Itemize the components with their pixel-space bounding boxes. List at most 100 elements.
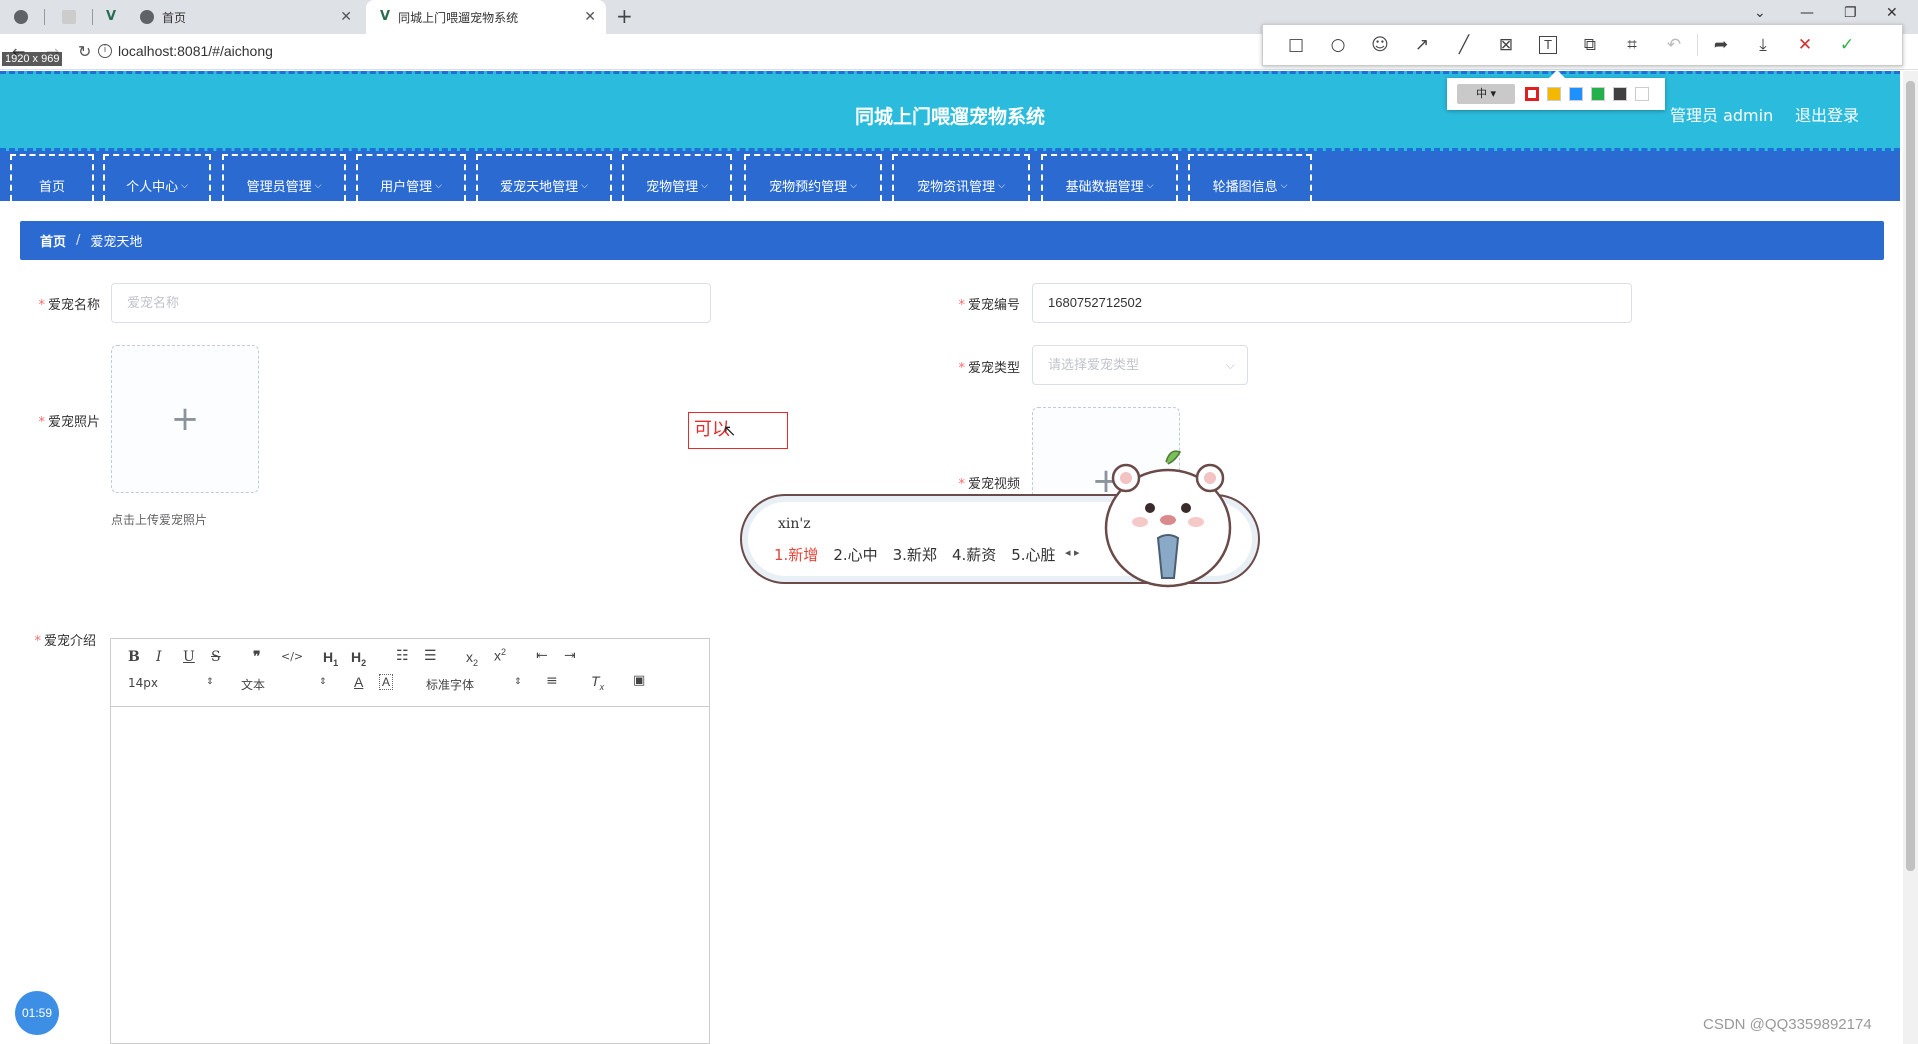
save-icon[interactable]: ⤓ <box>1742 35 1784 55</box>
close-window-icon[interactable]: ✕ <box>1886 5 1898 21</box>
code-icon[interactable]: </> <box>281 650 303 663</box>
scrollbar[interactable] <box>1903 71 1918 1044</box>
pen-icon[interactable]: ╱ <box>1443 35 1485 55</box>
nav-item-users[interactable]: 用户管理 ⌵ <box>356 154 466 201</box>
close-tab-icon[interactable]: ✕ <box>584 9 596 25</box>
tab-divider <box>44 9 45 25</box>
color-swatch-yellow[interactable] <box>1547 87 1561 101</box>
color-swatch-red[interactable] <box>1525 87 1539 101</box>
font-size-select[interactable]: 14px ⇕ <box>128 676 218 690</box>
browser-tab-active[interactable]: V 同城上门喂遛宠物系统 ✕ <box>366 0 606 34</box>
browser-tab[interactable] <box>0 0 40 34</box>
nav-item-pet-world[interactable]: 爱宠天地管理 ⌵ <box>476 154 612 201</box>
bold-icon[interactable]: B <box>128 649 140 665</box>
font-color-icon[interactable]: A <box>354 674 363 690</box>
nav-item-news[interactable]: 宠物资讯管理 ⌵ <box>892 154 1030 201</box>
color-swatch-green[interactable] <box>1591 87 1605 101</box>
reload-icon[interactable]: ↻ <box>78 42 91 61</box>
nav-item-admin[interactable]: 管理员管理 ⌵ <box>222 154 346 201</box>
nav-item-personal[interactable]: 个人中心 ⌵ <box>103 154 211 201</box>
text-annotation-box[interactable]: 可以 <box>688 412 788 449</box>
share-icon[interactable]: ➦ <box>1700 35 1742 55</box>
ime-candidate[interactable]: 1.新增 <box>774 544 818 565</box>
browser-tab-home[interactable]: 首页 ✕ <box>126 0 362 34</box>
strikethrough-icon[interactable]: S <box>211 649 221 665</box>
logout-link[interactable]: 退出登录 <box>1795 102 1859 126</box>
new-tab-icon[interactable]: + <box>616 4 633 28</box>
ime-pinyin: xin'z <box>778 516 811 532</box>
ime-candidate[interactable]: 5.心脏 <box>1011 544 1055 565</box>
background-color-icon[interactable]: A <box>379 674 394 690</box>
minimize-icon[interactable]: — <box>1800 5 1814 21</box>
select-value: 文本 <box>241 678 266 692</box>
underline-icon[interactable]: U <box>183 649 195 665</box>
label-text: 爱宠照片 <box>47 415 100 430</box>
arrow-icon[interactable]: ↗ <box>1401 35 1443 55</box>
timer-badge[interactable]: 01:59 <box>15 991 59 1035</box>
ellipse-icon[interactable]: ○ <box>1317 35 1359 55</box>
required-mark: * <box>958 298 965 313</box>
ime-candidate[interactable]: 4.薪资 <box>952 544 996 565</box>
site-info-icon[interactable]: i <box>98 44 112 58</box>
select-placeholder: 请选择爱宠类型 <box>1048 357 1140 372</box>
breadcrumb-home[interactable]: 首页 <box>40 231 66 250</box>
nav-item-reservations[interactable]: 宠物预约管理 ⌵ <box>744 154 882 201</box>
italic-icon[interactable]: I <box>156 649 162 665</box>
updown-icon: ⇕ <box>206 677 214 687</box>
nav-label: 宠物预约管理 <box>769 180 848 195</box>
nav-item-carousel[interactable]: 轮播图信息 ⌵ <box>1188 154 1312 201</box>
color-swatch-white[interactable] <box>1635 87 1649 101</box>
close-icon[interactable]: ✕ <box>1784 35 1826 55</box>
scrollbar-thumb[interactable] <box>1906 81 1915 871</box>
nav-item-base-data[interactable]: 基础数据管理 ⌵ <box>1041 154 1178 201</box>
browser-tab[interactable] <box>48 0 88 34</box>
ime-candidate[interactable]: 3.新郑 <box>893 544 937 565</box>
color-swatch-blue[interactable] <box>1569 87 1583 101</box>
photo-upload-button[interactable]: + <box>111 345 259 493</box>
image-icon[interactable]: ▣ <box>633 673 645 688</box>
rectangle-icon[interactable]: □ <box>1275 35 1317 55</box>
heading1-icon[interactable]: H1 <box>323 649 338 668</box>
tab-title: 首页 <box>162 10 187 25</box>
toolbar-divider <box>1697 34 1698 56</box>
outdent-icon[interactable]: ⇤ <box>536 648 548 664</box>
font-size-dropdown[interactable]: 中 ▾ <box>1457 84 1515 104</box>
nav-item-home[interactable]: 首页 <box>10 154 94 201</box>
vue-icon: V <box>106 9 117 24</box>
label-text: 爱宠编号 <box>967 298 1020 313</box>
nav-item-pets[interactable]: 宠物管理 ⌵ <box>622 154 732 201</box>
pet-number-input[interactable]: 1680752712502 <box>1032 283 1632 323</box>
header-select[interactable]: 文本 ⇕ <box>241 676 331 693</box>
ime-candidate[interactable]: 2.心中 <box>833 544 877 565</box>
breadcrumb: 首页 / 爱宠天地 <box>20 221 1884 260</box>
indent-icon[interactable]: ⇥ <box>564 648 576 664</box>
chevron-down-icon[interactable]: ⌄ <box>1754 5 1766 21</box>
blockquote-icon[interactable]: ❞ <box>253 649 261 665</box>
editor-content-area[interactable] <box>111 707 709 1043</box>
ordered-list-icon[interactable]: ☷ <box>396 648 409 664</box>
superscript-icon[interactable]: x2 <box>494 647 506 664</box>
url-field[interactable]: localhost:8081/#/aichong <box>118 43 273 59</box>
pet-name-input[interactable]: 爱宠名称 <box>111 283 711 323</box>
pet-type-select[interactable]: 请选择爱宠类型 ⌵ <box>1032 345 1248 385</box>
color-swatch-gray[interactable] <box>1613 87 1627 101</box>
close-tab-icon[interactable]: ✕ <box>340 9 352 25</box>
confirm-icon[interactable]: ✓ <box>1826 35 1868 55</box>
align-icon[interactable]: ≡ <box>546 673 558 689</box>
pin-icon[interactable]: ⧉ <box>1569 35 1611 55</box>
subscript-icon[interactable]: x2 <box>466 649 478 668</box>
ime-page-arrows[interactable]: ◂ ▸ <box>1065 546 1080 559</box>
chevron-down-icon: ⌵ <box>1225 358 1235 372</box>
emoji-icon[interactable]: ☺ <box>1359 35 1401 55</box>
text-icon[interactable]: T <box>1539 36 1557 54</box>
clear-format-icon[interactable]: Tx <box>591 673 604 692</box>
nav-label: 轮播图信息 <box>1212 180 1278 195</box>
mosaic-icon[interactable]: ⊠ <box>1485 35 1527 55</box>
undo-icon[interactable]: ↶ <box>1653 35 1695 55</box>
restore-icon[interactable]: ❐ <box>1844 5 1857 21</box>
heading2-icon[interactable]: H2 <box>351 649 366 668</box>
ocr-icon[interactable]: ⌗ <box>1611 35 1653 55</box>
bullet-list-icon[interactable]: ☰ <box>424 648 437 664</box>
font-family-select[interactable]: 标准字体 ⇕ <box>426 676 526 693</box>
chevron-down-icon: ⌵ <box>181 180 188 191</box>
